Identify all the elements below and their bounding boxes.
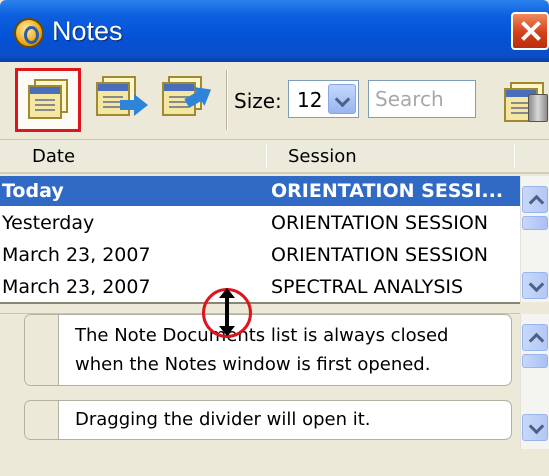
resize-cursor-icon <box>219 288 235 336</box>
list-scrollbar[interactable] <box>520 176 549 302</box>
note-tab[interactable] <box>25 315 59 385</box>
export-icon <box>96 76 136 116</box>
column-divider[interactable] <box>514 144 515 168</box>
row-session: ORIENTATION SESSI... <box>271 180 504 202</box>
note-documents-list: Today ORIENTATION SESSI... Yesterday ORI… <box>0 176 520 302</box>
table-row[interactable]: March 23, 2007 ORIENTATION SESSION <box>0 240 520 270</box>
row-session: SPECTRAL ANALYSIS <box>271 276 464 298</box>
row-date: Today <box>2 180 64 202</box>
column-divider[interactable] <box>266 144 267 168</box>
export-note-button[interactable] <box>88 68 154 132</box>
search-input[interactable] <box>368 80 476 118</box>
size-value: 12 <box>297 88 323 112</box>
note-text[interactable]: The Note Documents list is always closed… <box>75 321 501 379</box>
trash-can-icon <box>528 94 548 122</box>
table-row[interactable]: Today ORIENTATION SESSI... <box>0 176 520 206</box>
import-arrow-icon <box>193 79 217 107</box>
list-divider[interactable] <box>0 302 520 314</box>
close-button[interactable] <box>511 12 549 50</box>
scroll-thumb[interactable] <box>522 354 548 368</box>
chevron-down-icon[interactable] <box>328 84 356 114</box>
export-arrow-icon <box>120 94 148 116</box>
note-text[interactable]: Dragging the divider will open it. <box>75 405 501 434</box>
scroll-down-button[interactable] <box>522 272 548 299</box>
toolbar-separator <box>226 70 228 130</box>
size-select[interactable]: 12 <box>288 80 359 118</box>
status-bar <box>0 449 549 476</box>
notes-area: The Note Documents list is always closed… <box>0 314 520 449</box>
notes-app-icon <box>14 18 44 48</box>
notes-window: Notes Size: 12 Search Date Session Today… <box>0 0 549 476</box>
scroll-thumb[interactable] <box>522 216 548 230</box>
note-card[interactable]: Dragging the divider will open it. <box>24 400 512 440</box>
table-header: Date Session <box>0 140 549 174</box>
note-documents-button[interactable] <box>15 68 81 132</box>
documents-icon <box>28 79 68 119</box>
row-date: March 23, 2007 <box>2 244 151 266</box>
title-bar[interactable]: Notes <box>0 0 549 62</box>
row-date: Yesterday <box>2 212 95 234</box>
window-title: Notes <box>52 16 123 46</box>
note-tab[interactable] <box>25 401 59 439</box>
table-row[interactable]: March 23, 2007 SPECTRAL ANALYSIS <box>0 272 520 302</box>
row-session: ORIENTATION SESSION <box>271 244 489 266</box>
column-header-date[interactable]: Date <box>32 146 75 167</box>
scroll-up-button[interactable] <box>522 186 548 213</box>
import-note-button[interactable] <box>154 68 220 132</box>
notes-scrollbar[interactable] <box>520 314 549 449</box>
scroll-down-button[interactable] <box>522 414 548 441</box>
table-row[interactable]: Yesterday ORIENTATION SESSION <box>0 208 520 238</box>
row-date: March 23, 2007 <box>2 276 151 298</box>
note-card[interactable]: The Note Documents list is always closed… <box>24 314 512 386</box>
trash-button[interactable] <box>500 72 549 136</box>
scroll-up-button[interactable] <box>522 324 548 351</box>
size-label: Size: <box>234 89 282 113</box>
row-session: ORIENTATION SESSION <box>271 212 489 234</box>
column-header-session[interactable]: Session <box>288 146 357 167</box>
